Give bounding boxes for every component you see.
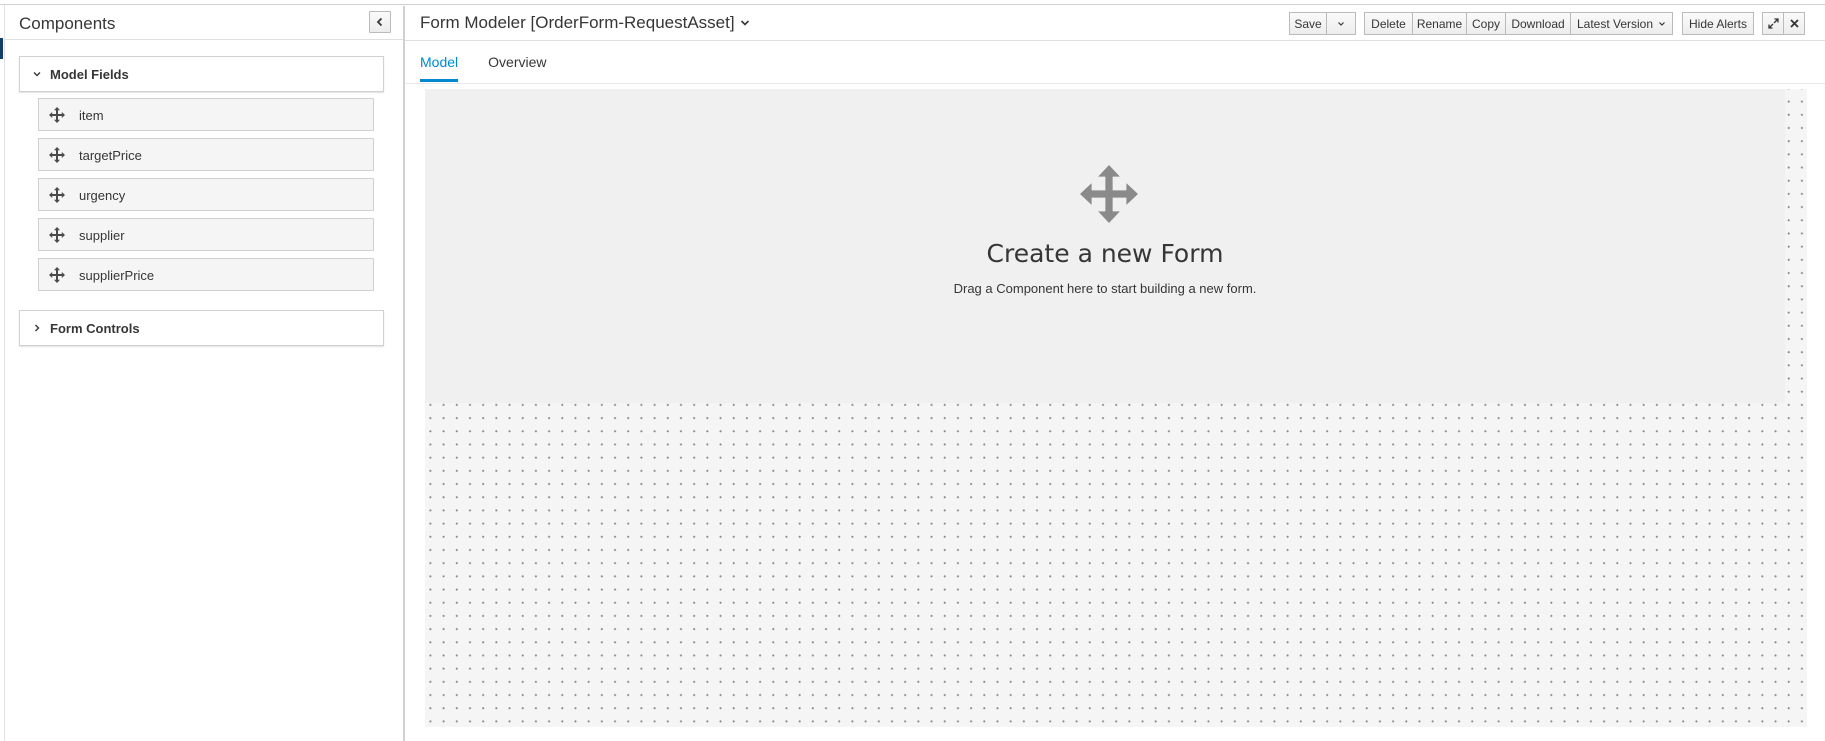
move-icon xyxy=(49,107,65,123)
latest-version-dropdown[interactable]: Latest Version xyxy=(1570,12,1673,35)
editor-header: Form Modeler [OrderForm-RequestAsset] Sa… xyxy=(405,6,1825,41)
editor-title[interactable]: Form Modeler [OrderForm-RequestAsset] xyxy=(420,13,750,33)
chevron-right-icon xyxy=(32,323,46,333)
form-canvas[interactable]: Create a new Form Drag a Component here … xyxy=(425,89,1807,727)
model-field-supplier[interactable]: supplier xyxy=(38,218,374,251)
field-label: urgency xyxy=(79,188,126,203)
move-icon xyxy=(1080,165,1138,223)
save-options-dropdown[interactable] xyxy=(1326,12,1356,35)
top-border xyxy=(0,0,1825,5)
model-fields-toggle[interactable]: Model Fields xyxy=(20,57,383,91)
form-controls-label: Form Controls xyxy=(50,320,140,336)
field-label: targetPrice xyxy=(79,148,142,163)
move-icon xyxy=(49,147,65,163)
close-button[interactable] xyxy=(1783,12,1805,35)
form-controls-toggle[interactable]: Form Controls xyxy=(20,311,383,345)
chevron-left-icon xyxy=(376,17,383,27)
hide-alerts-button[interactable]: Hide Alerts xyxy=(1682,12,1754,35)
components-sidebar: Components Model Fields item targetPrice xyxy=(5,6,405,741)
collapse-sidebar-button[interactable] xyxy=(369,11,391,33)
latest-version-label: Latest Version xyxy=(1576,16,1654,31)
tab-overview[interactable]: Overview xyxy=(488,50,546,82)
empty-form-hint: Drag a Component here to start building … xyxy=(953,281,1257,296)
delete-button[interactable]: Delete xyxy=(1364,12,1413,35)
model-field-item[interactable]: item xyxy=(38,98,374,131)
editor-tabs: Model Overview xyxy=(420,50,577,82)
chevron-down-icon xyxy=(32,69,46,79)
rename-button[interactable]: Rename xyxy=(1412,12,1467,35)
save-button[interactable]: Save xyxy=(1289,12,1327,35)
tab-model[interactable]: Model xyxy=(420,50,459,82)
expand-icon xyxy=(1767,18,1779,29)
editor-title-text: Form Modeler [OrderForm-RequestAsset] xyxy=(420,13,735,32)
tabs-divider xyxy=(405,83,1825,84)
empty-form-title: Create a new Form xyxy=(986,239,1224,268)
sidebar-title: Components xyxy=(19,14,116,33)
move-icon xyxy=(49,267,65,283)
field-label: supplier xyxy=(79,228,125,243)
form-controls-panel: Form Controls xyxy=(19,310,384,346)
active-panel-marker xyxy=(0,38,3,59)
chevron-down-icon xyxy=(1338,21,1344,26)
field-label: item xyxy=(79,108,104,123)
model-field-urgency[interactable]: urgency xyxy=(38,178,374,211)
chevron-down-icon xyxy=(1659,21,1665,26)
move-icon xyxy=(49,227,65,243)
maximize-button[interactable] xyxy=(1762,12,1784,35)
model-fields-panel: Model Fields xyxy=(19,56,384,92)
move-icon xyxy=(49,187,65,203)
form-dropzone[interactable]: Create a new Form Drag a Component here … xyxy=(425,89,1785,403)
model-fields-label: Model Fields xyxy=(50,66,129,82)
form-modeler-main: Form Modeler [OrderForm-RequestAsset] Sa… xyxy=(405,6,1825,741)
chevron-down-icon xyxy=(740,18,750,28)
sidebar-header: Components xyxy=(5,6,403,40)
close-icon xyxy=(1789,19,1799,28)
model-field-targetprice[interactable]: targetPrice xyxy=(38,138,374,171)
field-label: supplierPrice xyxy=(79,268,155,283)
download-button[interactable]: Download xyxy=(1505,12,1571,35)
copy-button[interactable]: Copy xyxy=(1466,12,1506,35)
model-field-supplierprice[interactable]: supplierPrice xyxy=(38,258,374,291)
